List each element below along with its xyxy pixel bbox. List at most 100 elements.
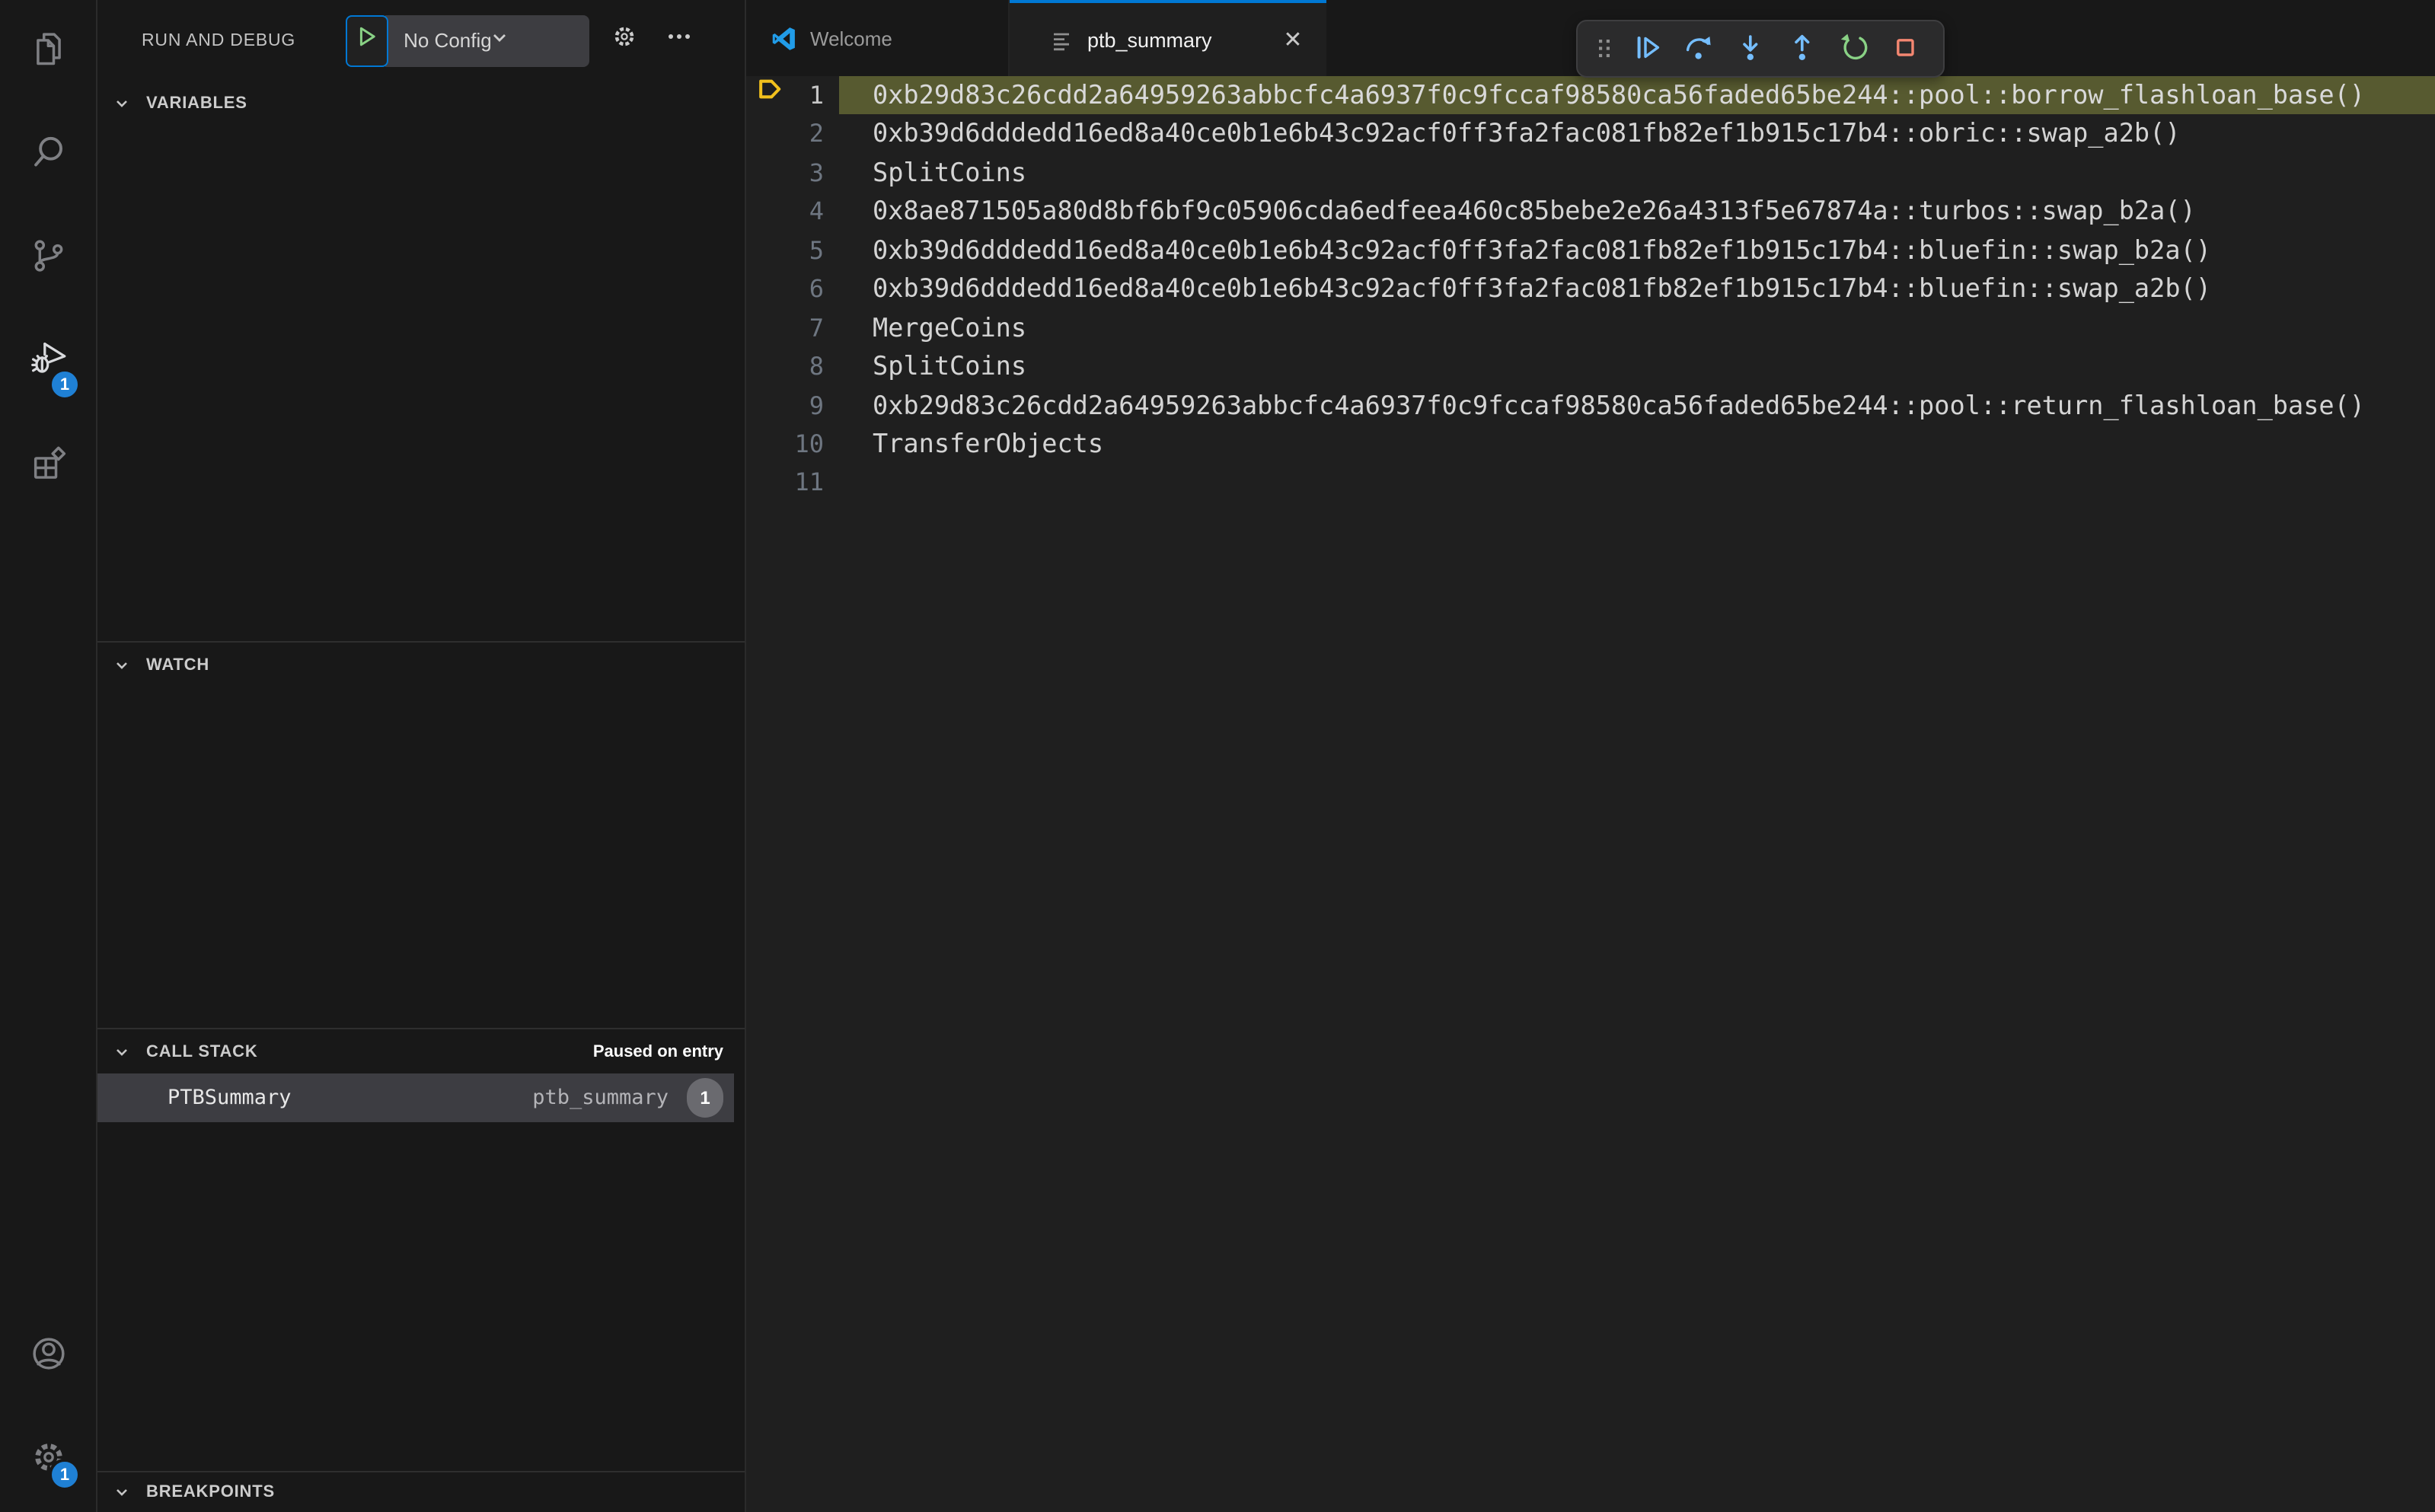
- debug-toolbar: [1576, 20, 1945, 78]
- code-text: TransferObjects: [873, 427, 1104, 458]
- code-line[interactable]: 3 SplitCoins: [746, 154, 2435, 193]
- continue-button[interactable]: [1622, 26, 1674, 72]
- settings-count-badge: 1: [49, 1459, 81, 1491]
- code-line[interactable]: 4 0x8ae871505a80d8bf6bf9c05906cda6edfeea…: [746, 193, 2435, 231]
- current-frame-arrow-icon: [753, 76, 785, 118]
- sidebar-item-explorer[interactable]: [0, 0, 96, 104]
- source-control-icon: [28, 235, 68, 282]
- breakpoint-gutter[interactable]: [746, 386, 792, 425]
- step-over-button[interactable]: [1674, 26, 1725, 72]
- code-text: 0xb39d6dddedd16ed8a40ce0b1e6b43c92acf0ff…: [873, 273, 2211, 304]
- frame-name: PTBSummary: [168, 1086, 292, 1110]
- breakpoint-gutter[interactable]: [746, 270, 792, 308]
- settings-button[interactable]: 1: [0, 1408, 96, 1512]
- code-text: SplitCoins: [873, 350, 1027, 381]
- code-line[interactable]: 2 0xb39d6dddedd16ed8a40ce0b1e6b43c92acf0…: [746, 115, 2435, 154]
- start-debugging-button[interactable]: [346, 14, 389, 66]
- line-number: 10: [794, 429, 824, 458]
- chevron-down-icon: [110, 1039, 134, 1064]
- sidebar-item-run-and-debug[interactable]: 1: [0, 311, 96, 414]
- launch-control: No Configur: [346, 14, 590, 66]
- section-header-call-stack[interactable]: CALL STACK Paused on entry: [97, 1029, 745, 1073]
- run-and-debug-sidebar: RUN AND DEBUG No Configur VARIABLES: [97, 0, 746, 1512]
- line-number: 7: [809, 313, 824, 343]
- sidebar-item-search[interactable]: [0, 104, 96, 207]
- frame-source: ptb_summary: [532, 1086, 669, 1110]
- search-icon: [28, 132, 68, 179]
- vscode-logo-icon: [769, 24, 798, 53]
- code-text: MergeCoins: [873, 311, 1027, 343]
- section-header-variables[interactable]: VARIABLES: [97, 81, 745, 125]
- activity-bar-spacer: [0, 518, 96, 1305]
- breakpoint-gutter[interactable]: [746, 154, 792, 193]
- breakpoint-gutter[interactable]: [746, 76, 792, 115]
- extensions-icon: [28, 442, 68, 490]
- breakpoint-gutter[interactable]: [746, 231, 792, 270]
- code-line[interactable]: 7 MergeCoins: [746, 308, 2435, 347]
- section-header-watch[interactable]: WATCH: [97, 643, 745, 687]
- code-line[interactable]: 10 TransferObjects: [746, 425, 2435, 464]
- configuration-dropdown[interactable]: No Configur: [385, 14, 590, 66]
- file-list-icon: [1049, 27, 1074, 52]
- configuration-value: No Configur: [404, 29, 491, 52]
- ellipsis-icon: [665, 23, 693, 58]
- variables-body: [97, 125, 745, 641]
- code-line[interactable]: 5 0xb39d6dddedd16ed8a40ce0b1e6b43c92acf0…: [746, 231, 2435, 270]
- code-line[interactable]: 9 0xb29d83c26cdd2a64959263abbcfc4a6937f0…: [746, 386, 2435, 425]
- line-number: 8: [809, 352, 824, 381]
- breakpoint-gutter[interactable]: [746, 308, 792, 347]
- chevron-down-icon: [110, 1480, 134, 1504]
- vscode-window: 1 1 RUN AND DEBUG No Configur: [0, 0, 2435, 1512]
- sidebar-item-source-control[interactable]: [0, 207, 96, 311]
- chevron-down-icon: [490, 29, 577, 52]
- breakpoint-gutter[interactable]: [746, 347, 792, 386]
- code-text: 0x8ae871505a80d8bf6bf9c05906cda6edfeea46…: [873, 195, 2196, 226]
- account-icon: [28, 1333, 68, 1380]
- breakpoint-gutter[interactable]: [746, 464, 792, 502]
- views-more-actions-button[interactable]: [662, 23, 696, 58]
- code-line[interactable]: 1 0xb29d83c26cdd2a64959263abbcfc4a6937f0…: [746, 76, 2435, 115]
- code-line[interactable]: 8 SplitCoins: [746, 347, 2435, 386]
- accounts-button[interactable]: [0, 1305, 96, 1408]
- view-title: RUN AND DEBUG: [142, 31, 296, 49]
- section-label: CALL STACK: [146, 1042, 258, 1061]
- section-label: BREAKPOINTS: [146, 1483, 275, 1501]
- section-header-breakpoints[interactable]: BREAKPOINTS: [97, 1472, 745, 1512]
- call-stack-frame-row[interactable]: PTBSummary ptb_summary 1: [97, 1073, 734, 1122]
- debug-status-text: Paused on entry: [592, 1042, 723, 1061]
- drag-handle-icon[interactable]: [1588, 30, 1622, 67]
- code-line[interactable]: 6 0xb39d6dddedd16ed8a40ce0b1e6b43c92acf0…: [746, 270, 2435, 308]
- chevron-down-icon: [110, 652, 134, 677]
- activity-bar: 1 1: [0, 0, 97, 1512]
- line-number: 1: [809, 81, 824, 110]
- line-number: 5: [809, 235, 824, 265]
- breakpoint-gutter[interactable]: [746, 193, 792, 231]
- tab-label: Welcome: [810, 27, 892, 49]
- tab-ptb-summary[interactable]: ptb_summary ✕: [1010, 0, 1326, 76]
- section-label: WATCH: [146, 656, 210, 674]
- breakpoint-gutter[interactable]: [746, 115, 792, 154]
- step-into-button[interactable]: [1725, 26, 1777, 72]
- code-line[interactable]: 11: [746, 464, 2435, 502]
- breakpoint-gutter[interactable]: [746, 425, 792, 464]
- watch-body: [97, 687, 745, 1028]
- stop-button[interactable]: [1881, 26, 1932, 72]
- debug-count-badge: 1: [49, 368, 81, 400]
- tab-welcome[interactable]: Welcome: [746, 0, 1010, 76]
- step-out-button[interactable]: [1777, 26, 1829, 72]
- frame-line-badge: 1: [687, 1078, 723, 1118]
- line-number: 6: [809, 274, 824, 304]
- code-text: 0xb29d83c26cdd2a64959263abbcfc4a6937f0c9…: [873, 389, 2366, 419]
- call-stack-body: [97, 1122, 745, 1471]
- code-text: SplitCoins: [873, 156, 1027, 187]
- line-number: 4: [809, 196, 824, 226]
- sidebar-item-extensions[interactable]: [0, 414, 96, 518]
- open-launch-config-button[interactable]: [608, 23, 641, 58]
- line-number: 9: [809, 391, 824, 419]
- line-number: 3: [809, 158, 824, 187]
- chevron-down-icon: [110, 91, 134, 115]
- restart-button[interactable]: [1829, 26, 1881, 72]
- tab-bar: Welcome ptb_summary ✕: [746, 0, 2435, 78]
- close-icon[interactable]: ✕: [1278, 24, 1308, 55]
